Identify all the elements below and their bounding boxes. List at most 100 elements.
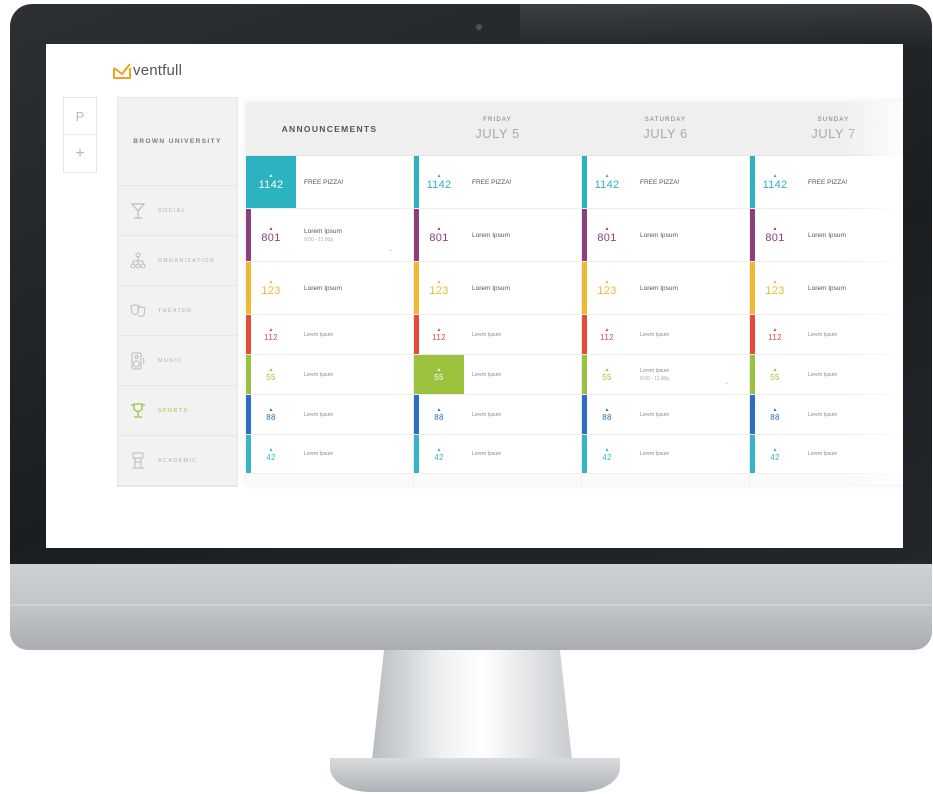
monitor-stand-foot <box>330 758 620 792</box>
attendee-count: ▲ 88 <box>414 395 464 434</box>
count-value: 123 <box>261 285 281 297</box>
event-row[interactable]: ▲ 42 Lorem Ipsum <box>414 435 581 474</box>
category-color-bar <box>582 435 587 473</box>
category-color-bar <box>414 262 419 314</box>
count-value: 55 <box>434 373 444 382</box>
university-title: BROWN UNIVERSITY <box>118 98 237 186</box>
event-title: FREE PIZZA! <box>304 178 344 186</box>
event-row[interactable]: ▲ 112 Lorem Ipsum <box>414 315 581 355</box>
sidebar-item-label: MUSIC <box>158 357 183 364</box>
category-color-bar <box>582 355 587 394</box>
event-row[interactable]: ▲ 123 Lorem Ipsum <box>246 262 413 315</box>
event-info: Lorem Ipsum <box>296 451 413 457</box>
day-date: JULY 6 <box>643 125 688 141</box>
expand-chevron-icon[interactable]: ⌄ <box>724 379 729 386</box>
event-row[interactable]: ▲ 42 Lorem Ipsum <box>246 435 413 474</box>
count-value: 123 <box>597 285 617 297</box>
count-value: 112 <box>432 333 446 342</box>
sidebar-item-label: ACADEMIC <box>158 457 198 464</box>
column-header[interactable]: ANNOUNCEMENTS <box>246 102 413 156</box>
event-row[interactable]: ▲ 42 Lorem Ipsum <box>582 435 749 474</box>
logo-icon <box>113 62 131 79</box>
event-row[interactable]: ▲ 55 Lorem Ipsum <box>246 355 413 395</box>
sidebar-item-sports[interactable]: SPORTS <box>118 386 237 436</box>
event-row[interactable]: ▲ 88 Lorem Ipsum <box>582 395 749 435</box>
event-info: Lorem Ipsum <box>632 412 749 418</box>
count-value: 42 <box>266 452 276 462</box>
category-color-bar <box>246 315 251 354</box>
event-row[interactable]: ▲ 801 Lorem Ipsum 9:00 - 11:00p ⌄ <box>246 209 413 262</box>
logo-text: ventfull <box>133 62 183 79</box>
event-title: Lorem Ipsum <box>472 331 502 338</box>
trophy-icon <box>131 402 145 418</box>
event-row[interactable]: ▲ 55 Lorem Ipsum <box>414 355 581 395</box>
attendee-count: ▲ 112 <box>414 315 464 354</box>
attendee-count: ▲ 55 <box>750 355 800 394</box>
theater-masks-icon <box>130 304 146 317</box>
event-row[interactable]: ▲ 88 Lorem Ipsum <box>246 395 413 435</box>
event-row[interactable]: ▲ 1142 FREE PIZZA! <box>414 156 581 209</box>
profile-button[interactable]: P <box>64 98 96 135</box>
sidebar-item-label: SOCIAL <box>158 207 186 214</box>
category-color-bar <box>750 209 755 261</box>
category-color-bar <box>414 315 419 354</box>
event-title: Lorem Ipsum <box>640 451 670 457</box>
event-row[interactable]: ▲ 123 Lorem Ipsum <box>582 262 749 315</box>
event-info: Lorem Ipsum <box>632 285 749 292</box>
sitemap-icon <box>130 252 146 268</box>
expand-chevron-icon[interactable]: ⌄ <box>388 246 393 253</box>
event-title: Lorem Ipsum <box>640 331 670 338</box>
sidebar-item-music[interactable]: MUSIC <box>118 336 237 386</box>
column-title: ANNOUNCEMENTS <box>281 123 378 134</box>
sidebar-item-academic[interactable]: ACADEMIC <box>118 436 237 486</box>
category-color-bar <box>246 209 251 261</box>
sidebar-item-theater[interactable]: THEATER <box>118 286 237 336</box>
event-row[interactable]: ▲ 801 Lorem Ipsum <box>414 209 581 262</box>
event-row[interactable]: ▲ 55 Lorem Ipsum 9:00 - 11:00p ⌄ <box>582 355 749 395</box>
attendee-count: ▲ 88 <box>750 395 800 434</box>
count-value: 42 <box>770 452 780 462</box>
event-row[interactable]: ▲ 123 Lorem Ipsum <box>414 262 581 315</box>
day-name: FRIDAY <box>483 116 512 123</box>
event-info: Lorem Ipsum 9:00 - 11:00p <box>296 228 413 243</box>
count-value: 112 <box>264 333 278 342</box>
column-header[interactable]: FRIDAY JULY 5 <box>414 102 581 156</box>
event-row[interactable]: ▲ 112 Lorem Ipsum <box>246 315 413 355</box>
event-info: Lorem Ipsum <box>296 332 413 338</box>
attendee-count: ▲ 88 <box>246 395 296 434</box>
count-value: 55 <box>602 373 612 382</box>
category-color-bar <box>582 209 587 261</box>
sidebar-item-social[interactable]: SOCIAL <box>118 186 237 236</box>
event-title: Lorem Ipsum <box>304 227 342 235</box>
event-title: Lorem Ipsum <box>472 371 502 378</box>
count-value: 1142 <box>762 179 788 191</box>
category-color-bar <box>582 315 587 354</box>
event-info: Lorem Ipsum <box>632 332 749 338</box>
column-header[interactable]: SATURDAY JULY 6 <box>582 102 749 156</box>
count-value: 1142 <box>426 179 452 191</box>
event-row[interactable]: ▲ 1142 FREE PIZZA! <box>246 156 413 209</box>
edge-fade <box>843 102 903 484</box>
attendee-count: ▲ 55 <box>414 355 464 394</box>
event-title: Lorem Ipsum <box>640 284 678 292</box>
attendee-count: ▲ 801 <box>750 209 800 261</box>
event-row[interactable]: ▲ 88 Lorem Ipsum <box>414 395 581 435</box>
event-row[interactable]: ▲ 1142 FREE PIZZA! <box>582 156 749 209</box>
event-row[interactable]: ▲ 801 Lorem Ipsum <box>582 209 749 262</box>
app-logo[interactable]: ventfull <box>113 62 182 79</box>
attendee-count: ▲ 123 <box>582 262 632 314</box>
event-info: FREE PIZZA! <box>632 179 749 186</box>
sidebar-item-organization[interactable]: ORGANIZATION <box>118 236 237 286</box>
attendee-count: ▲ 55 <box>582 355 632 394</box>
count-value: 88 <box>434 413 444 422</box>
add-button[interactable]: + <box>64 135 96 172</box>
event-info: Lorem Ipsum <box>464 372 581 378</box>
event-info: FREE PIZZA! <box>296 179 413 186</box>
count-value: 801 <box>261 232 281 244</box>
count-value: 112 <box>600 333 614 342</box>
event-time: 9:00 - 11:00p <box>640 375 670 382</box>
day-date: JULY 5 <box>475 125 520 141</box>
attendee-count: ▲ 88 <box>582 395 632 434</box>
event-title: FREE PIZZA! <box>472 178 512 186</box>
event-row[interactable]: ▲ 112 Lorem Ipsum <box>582 315 749 355</box>
